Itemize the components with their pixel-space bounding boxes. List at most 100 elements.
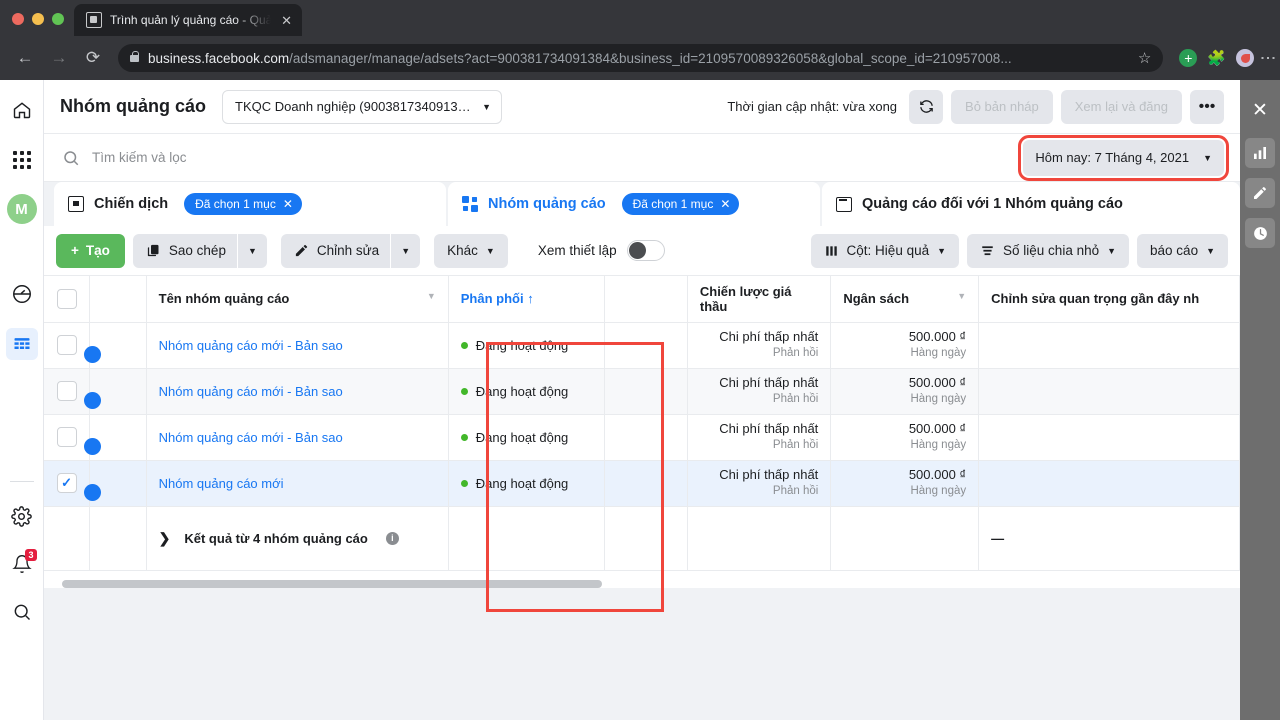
table-icon[interactable] xyxy=(5,328,38,360)
bid-strategy: Chi phí thấp nhất xyxy=(719,375,819,391)
chevron-down-icon: ▼ xyxy=(1107,245,1117,256)
last-updated-text: Thời gian cập nhật: vừa xong xyxy=(727,99,898,114)
more-button[interactable]: Khác ▼ xyxy=(434,233,508,268)
search-input[interactable]: Tìm kiếm và lọc xyxy=(56,149,1023,167)
pencil-icon[interactable] xyxy=(1245,178,1275,208)
browser-menu-icon[interactable]: ⋮ xyxy=(1259,50,1276,66)
column-header-budget[interactable]: ▼ Ngân sách xyxy=(830,276,980,323)
breakdown-icon xyxy=(982,245,993,255)
campaign-icon xyxy=(68,196,84,212)
gauge-icon[interactable] xyxy=(6,278,38,310)
adset-name-link[interactable]: Nhóm quảng cáo mới - Bản sao xyxy=(159,384,343,399)
search-icon[interactable] xyxy=(6,596,38,628)
ad-account-selector[interactable]: TKQC Doanh nghiệp (9003817340913… ▼ xyxy=(222,89,503,124)
address-bar[interactable]: business.facebook.com/adsmanager/manage/… xyxy=(118,44,1164,72)
chevron-down-icon[interactable]: ▼ xyxy=(427,291,436,301)
row-checkbox[interactable]: ✓ xyxy=(56,473,77,493)
edit-dropdown-button[interactable]: ▼ xyxy=(391,233,421,268)
row-bid-cell: Chi phí thấp nhất Phản hồi xyxy=(687,368,832,415)
column-header-recent[interactable]: Chỉnh sửa quan trọng gần đây nh xyxy=(978,276,1240,323)
create-button[interactable]: + Tạo xyxy=(56,233,125,268)
date-range-picker[interactable]: Hôm nay: 7 Tháng 4, 2021 ▼ xyxy=(1018,134,1229,181)
table-row[interactable]: ✓ Nhóm quảng cáo mới Đang hoạt động Chi … xyxy=(44,460,1240,507)
columns-button[interactable]: Cột: Hiệu quả ▼ xyxy=(810,233,960,268)
discard-draft-button[interactable]: Bỏ bản nháp xyxy=(951,89,1053,124)
search-bar: Tìm kiếm và lọc Hôm nay: 7 Tháng 4, 2021… xyxy=(44,134,1240,182)
review-publish-button[interactable]: Xem lại và đăng xyxy=(1060,89,1182,124)
reports-button[interactable]: báo cáo ▼ xyxy=(1137,233,1228,268)
notification-badge: 3 xyxy=(25,549,37,561)
gear-icon[interactable] xyxy=(6,500,38,532)
select-all-checkbox[interactable] xyxy=(56,288,77,309)
table-row[interactable]: Nhóm quảng cáo mới - Bản sao Đang hoạt đ… xyxy=(44,368,1240,415)
duplicate-label: Sao chép xyxy=(168,243,226,258)
close-icon[interactable]: ✕ xyxy=(283,197,293,211)
adset-name-link[interactable]: Nhóm quảng cáo mới - Bản sao xyxy=(159,338,343,353)
table-row[interactable]: Nhóm quảng cáo mới - Bản sao Đang hoạt đ… xyxy=(44,322,1240,369)
budget-amount: 500.000 ₫ xyxy=(908,467,967,483)
avatar[interactable]: M xyxy=(6,194,37,224)
duplicate-dropdown-button[interactable]: ▼ xyxy=(237,233,267,268)
create-label: Tạo xyxy=(85,243,110,258)
bell-icon[interactable]: 3 xyxy=(6,548,38,580)
extensions-puzzle-icon[interactable]: 🧩 xyxy=(1207,49,1226,67)
column-header-bid[interactable]: Chiến lược giá thầu xyxy=(687,276,832,323)
horizontal-scrollbar[interactable] xyxy=(62,580,602,588)
info-icon[interactable]: i xyxy=(385,531,399,545)
browser-tab[interactable]: Trình quản lý quảng cáo - Quản ✕ xyxy=(74,4,302,36)
maximize-window-button[interactable] xyxy=(52,13,64,25)
apps-grid-icon[interactable] xyxy=(6,144,38,176)
extension-green-icon[interactable] xyxy=(1179,49,1198,67)
row-checkbox[interactable] xyxy=(56,381,77,401)
back-button[interactable]: ← xyxy=(10,43,40,73)
column-header-delivery[interactable]: Phân phối ↑ xyxy=(448,276,606,323)
right-panel-rail: ✕ xyxy=(1240,80,1280,720)
chevron-down-icon: ▼ xyxy=(485,245,495,256)
breakdown-button[interactable]: Số liệu chia nhỏ ▼ xyxy=(967,233,1130,268)
tab-campaigns-selection-chip[interactable]: Đã chọn 1 mục ✕ xyxy=(184,193,302,215)
close-icon[interactable]: ✕ xyxy=(1252,92,1268,128)
bid-strategy-sub: Phản hồi xyxy=(772,347,819,360)
row-name-cell: Nhóm quảng cáo mới xyxy=(146,460,449,507)
minimize-window-button[interactable] xyxy=(32,13,44,25)
duplicate-button[interactable]: Sao chép xyxy=(132,233,237,268)
adset-name-link[interactable]: Nhóm quảng cáo mới xyxy=(159,476,284,491)
tab-ads[interactable]: Quảng cáo đối với 1 Nhóm quảng cáo xyxy=(822,182,1240,226)
view-setup-label: Xem thiết lập xyxy=(537,243,617,258)
row-checkbox[interactable] xyxy=(56,335,77,355)
chevron-right-icon[interactable]: ❯ xyxy=(159,530,171,547)
view-setup-toggle[interactable]: Xem thiết lập xyxy=(538,240,665,261)
chart-bar-icon[interactable] xyxy=(1245,138,1275,168)
refresh-icon[interactable] xyxy=(909,89,944,124)
reload-button[interactable]: ⟳ xyxy=(78,43,108,73)
row-recent-cell xyxy=(978,322,1240,369)
chevron-down-icon[interactable]: ▼ xyxy=(957,291,966,301)
column-header-name[interactable]: ▼ Tên nhóm quảng cáo xyxy=(146,276,449,323)
row-checkbox[interactable] xyxy=(56,427,77,447)
row-budget-cell: 500.000 ₫ Hàng ngày xyxy=(830,322,980,369)
tab-adsets-selection-chip[interactable]: Đã chọn 1 mục ✕ xyxy=(621,193,740,215)
lock-icon xyxy=(130,50,139,62)
status-badge: Đang hoạt động xyxy=(460,430,593,445)
close-window-button[interactable] xyxy=(12,13,24,25)
forward-button[interactable]: → xyxy=(44,43,74,73)
edit-button[interactable]: Chỉnh sửa xyxy=(280,233,391,268)
home-icon[interactable] xyxy=(6,94,38,126)
toggle-switch[interactable] xyxy=(626,240,665,261)
ad-icon xyxy=(836,196,852,212)
columns-label: Cột: Hiệu quả xyxy=(846,243,930,258)
adsmanager-favicon xyxy=(86,12,102,28)
tab-adsets[interactable]: Nhóm quảng cáo Đã chọn 1 mục ✕ xyxy=(448,182,820,226)
profile-avatar-icon[interactable] xyxy=(1236,49,1254,67)
close-icon[interactable]: ✕ xyxy=(720,197,730,211)
table-row[interactable]: Nhóm quảng cáo mới - Bản sao Đang hoạt đ… xyxy=(44,414,1240,461)
bid-strategy: Chi phí thấp nhất xyxy=(719,467,819,483)
toggle-header xyxy=(89,276,147,323)
more-options-button[interactable]: ••• xyxy=(1190,89,1224,124)
url-domain: business.facebook.com xyxy=(148,50,290,66)
adset-name-link[interactable]: Nhóm quảng cáo mới - Bản sao xyxy=(159,430,343,445)
close-icon[interactable]: ✕ xyxy=(279,12,294,29)
bookmark-star-icon[interactable]: ☆ xyxy=(1130,49,1151,67)
tab-campaigns[interactable]: Chiến dịch Đã chọn 1 mục ✕ xyxy=(54,182,446,226)
clock-icon[interactable] xyxy=(1245,218,1275,248)
